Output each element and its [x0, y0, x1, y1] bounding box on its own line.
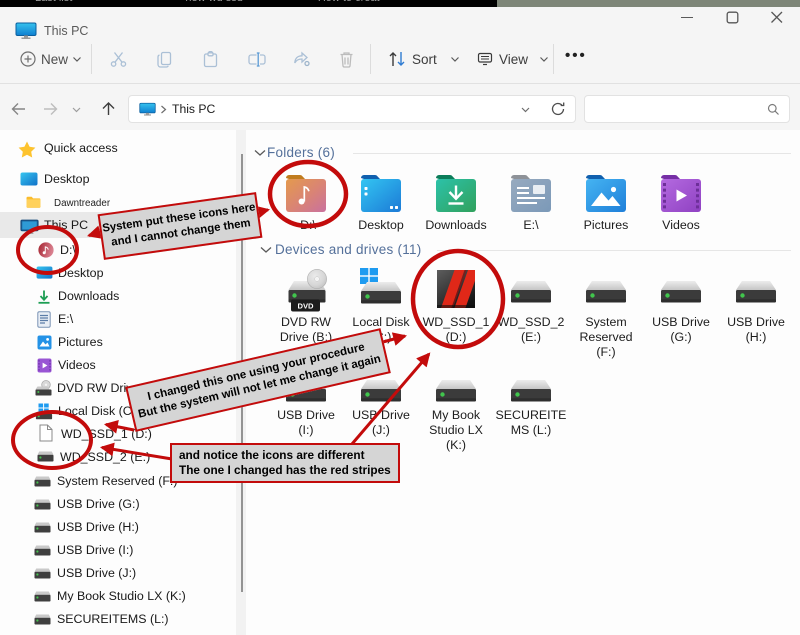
- svg-text:DVD: DVD: [297, 302, 314, 311]
